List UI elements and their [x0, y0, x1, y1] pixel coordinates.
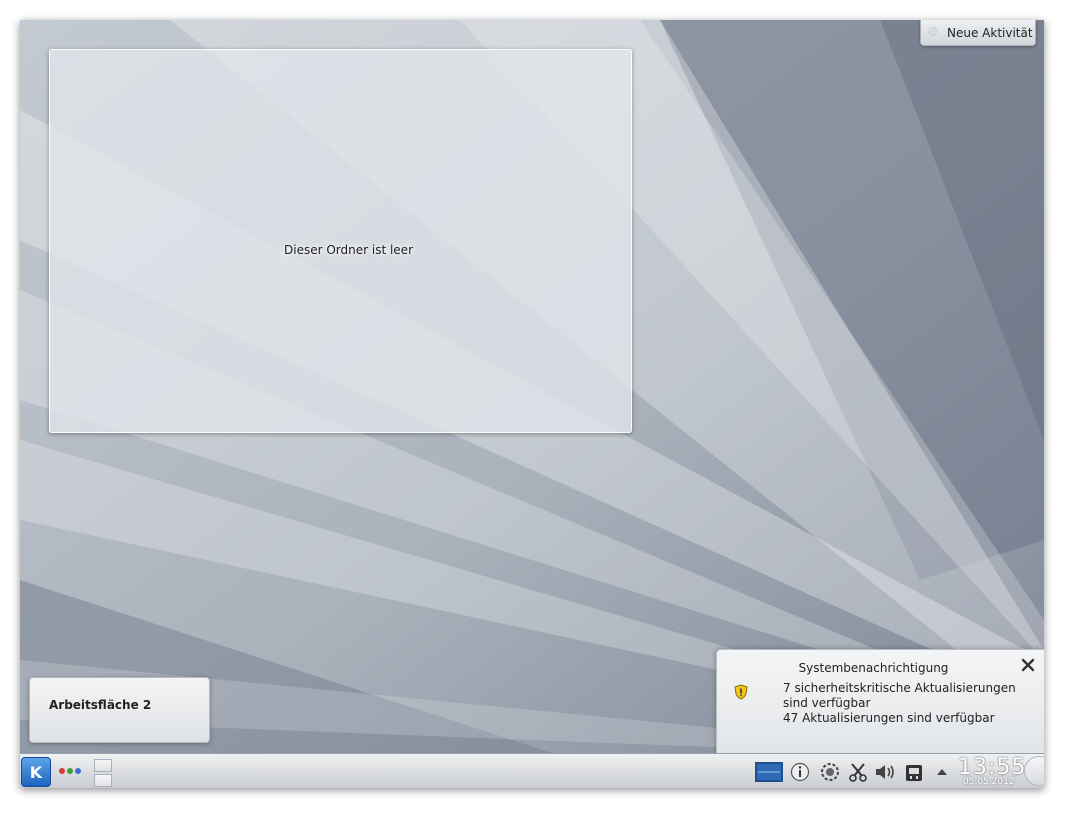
- desktop-pager[interactable]: [94, 759, 112, 787]
- expand-arrow-icon[interactable]: [934, 760, 950, 784]
- clock-date[interactable]: 05.05.2012: [963, 777, 1015, 787]
- pager-desktop-1[interactable]: [94, 759, 112, 772]
- screen-preview-icon[interactable]: [754, 760, 784, 784]
- desktop-screen: ⚙ Neue Aktivität Dieser Ordner ist leer …: [20, 20, 1044, 788]
- volume-icon[interactable]: [873, 760, 899, 784]
- system-notification[interactable]: Systembenachrichtigung 7 sicherheitskrit…: [716, 649, 1044, 753]
- close-icon[interactable]: [1020, 657, 1036, 673]
- panel-toolbox-icon[interactable]: [1024, 756, 1044, 786]
- desktop-name-popup: Arbeitsfläche 2: [29, 677, 210, 743]
- network-icon[interactable]: [818, 760, 842, 784]
- gear-icon: ⚙: [927, 24, 939, 40]
- taskbar: K 13:55 05.05.2012: [20, 753, 1044, 788]
- activity-manager-icon[interactable]: [59, 768, 81, 774]
- notification-line: 47 Aktualisierungen sind verfügbar: [783, 711, 995, 725]
- folder-empty-message: Dieser Ordner ist leer: [284, 243, 413, 257]
- new-activity-button[interactable]: ⚙ Neue Aktivität: [920, 20, 1036, 46]
- pager-desktop-2[interactable]: [94, 774, 112, 787]
- desktop-name-text: Arbeitsfläche 2: [49, 698, 152, 712]
- notification-body: 7 sicherheitskritische Aktualisierungen …: [783, 681, 1033, 726]
- device-icon[interactable]: [902, 760, 926, 784]
- warning-shield-icon: [734, 684, 748, 700]
- notification-line: 7 sicherheitskritische Aktualisierungen …: [783, 681, 1016, 710]
- notification-title: Systembenachrichtigung: [798, 661, 949, 675]
- new-activity-label: Neue Aktivität: [947, 25, 1033, 40]
- scissors-icon[interactable]: [846, 760, 870, 784]
- info-icon[interactable]: [788, 760, 812, 784]
- folder-view-widget[interactable]: Dieser Ordner ist leer: [49, 49, 632, 433]
- kde-logo-icon[interactable]: K: [21, 757, 51, 787]
